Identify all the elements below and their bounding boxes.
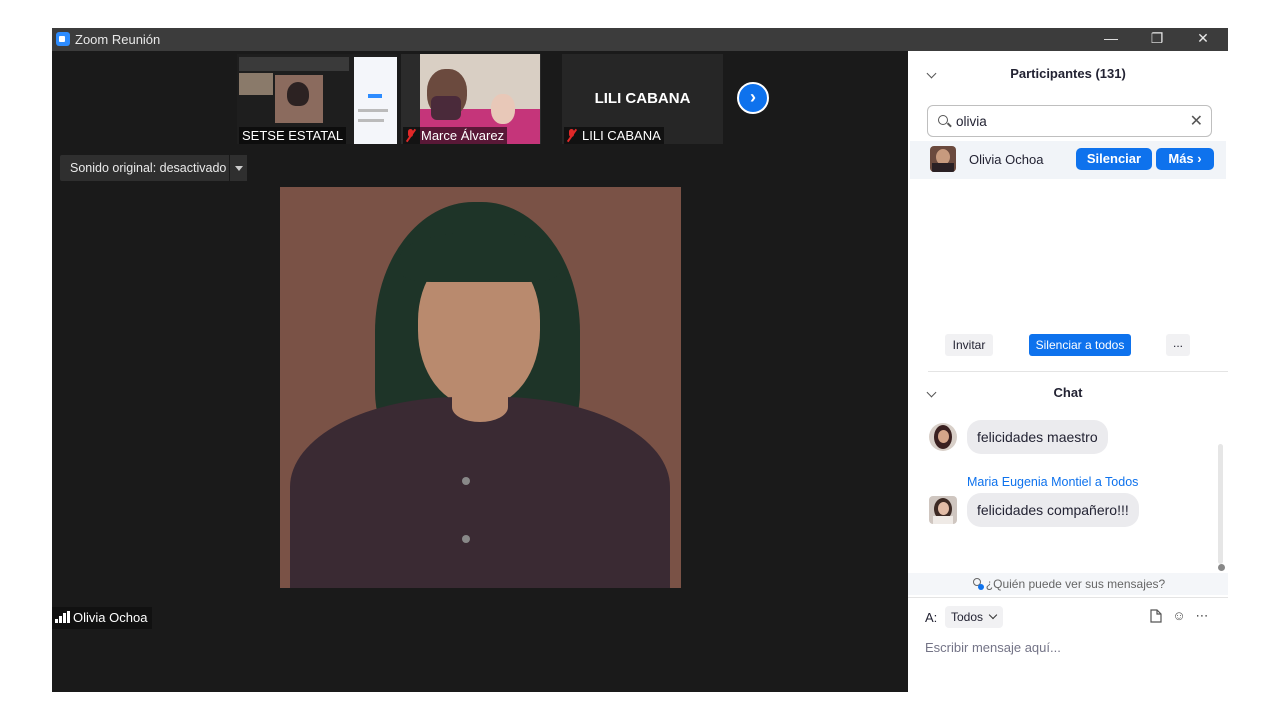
person-icon: [971, 578, 984, 590]
active-speaker-name-tag: Olivia Ochoa: [52, 607, 153, 629]
search-icon: [938, 115, 948, 125]
muted-mic-icon: [406, 129, 416, 141]
file-icon[interactable]: [1149, 609, 1163, 623]
more-options-icon[interactable]: ⋯: [1195, 609, 1209, 623]
mute-participant-button[interactable]: Silenciar: [1076, 148, 1152, 170]
next-page-button[interactable]: ›: [737, 82, 769, 114]
participants-title: Participantes (131): [1010, 66, 1126, 81]
side-panel: Participantes (131) ✕ Olivia Ochoa Silen…: [908, 51, 1228, 692]
recipient-label: A:: [925, 610, 938, 625]
avatar: [930, 146, 956, 172]
participants-header: Participantes (131): [908, 59, 1228, 89]
chat-message-input[interactable]: [925, 637, 1215, 657]
chevron-right-icon: ›: [750, 87, 756, 107]
more-options-button[interactable]: Más ›: [1156, 148, 1214, 170]
zoom-logo-icon: [56, 32, 70, 46]
signal-strength-icon: [55, 611, 70, 623]
thumbnail-label: Marce Álvarez: [403, 127, 508, 144]
thumbnail-video-lili[interactable]: LILI CABANA LILI CABANA: [562, 54, 723, 144]
clear-icon[interactable]: ✕: [1190, 111, 1203, 131]
message-visibility-note[interactable]: ¿Quién puede ver sus mensajes?: [908, 573, 1228, 595]
chat-message: felicidades maestro: [967, 420, 1108, 454]
participant-name: Olivia Ochoa: [969, 152, 1044, 167]
collapse-chevron-icon[interactable]: [926, 68, 937, 79]
search-input[interactable]: [956, 112, 1176, 130]
chat-sender: Maria Eugenia Montiel a Todos: [967, 475, 1139, 489]
chat-scrollbar[interactable]: [1218, 444, 1223, 564]
thumbnail-label: SETSE ESTATAL: [239, 127, 347, 144]
close-button[interactable]: ✕: [1180, 28, 1226, 51]
chat-header: Chat: [908, 378, 1228, 408]
minimize-button[interactable]: —: [1088, 28, 1134, 51]
thumbnail-label: LILI CABANA: [564, 127, 664, 144]
title-bar: Zoom Reunión — ❐ ✕: [52, 28, 1228, 51]
chat-message: felicidades compañero!!!: [967, 493, 1139, 527]
mute-all-button[interactable]: Silenciar a todos: [1029, 334, 1131, 356]
more-button[interactable]: ...: [1166, 334, 1190, 356]
thumbnail-video-setse[interactable]: SETSE ESTATAL: [237, 54, 397, 144]
scroll-handle[interactable]: [1218, 564, 1225, 571]
collapse-chevron-icon[interactable]: [926, 387, 937, 398]
invite-button[interactable]: Invitar: [945, 334, 993, 356]
participant-row[interactable]: Olivia Ochoa Silenciar Más ›: [910, 141, 1226, 179]
participant-search: ✕: [927, 105, 1212, 137]
recipient-select[interactable]: Todos: [945, 606, 1004, 628]
avatar: [929, 423, 957, 451]
window-title: Zoom Reunión: [75, 32, 161, 47]
thumbnail-video-marce[interactable]: Marce Álvarez: [401, 54, 541, 144]
chat-title: Chat: [1053, 385, 1083, 400]
restore-button[interactable]: ❐: [1134, 28, 1180, 51]
emoji-icon[interactable]: ☺: [1172, 609, 1186, 623]
active-speaker-video: [280, 187, 681, 588]
sound-dropdown-button[interactable]: [229, 155, 247, 181]
zoom-window: Zoom Reunión — ❐ ✕ SETSE ESTATAL Marce Á…: [52, 28, 1228, 692]
muted-mic-icon: [567, 129, 577, 141]
video-area: SETSE ESTATAL Marce Álvarez LILI CABANA …: [52, 51, 908, 692]
avatar: [929, 496, 957, 524]
section-divider: [928, 371, 1228, 372]
thumbnail-display-name: LILI CABANA: [594, 90, 691, 107]
section-divider: [908, 597, 1228, 598]
original-sound-button[interactable]: Sonido original: desactivado: [60, 155, 237, 181]
